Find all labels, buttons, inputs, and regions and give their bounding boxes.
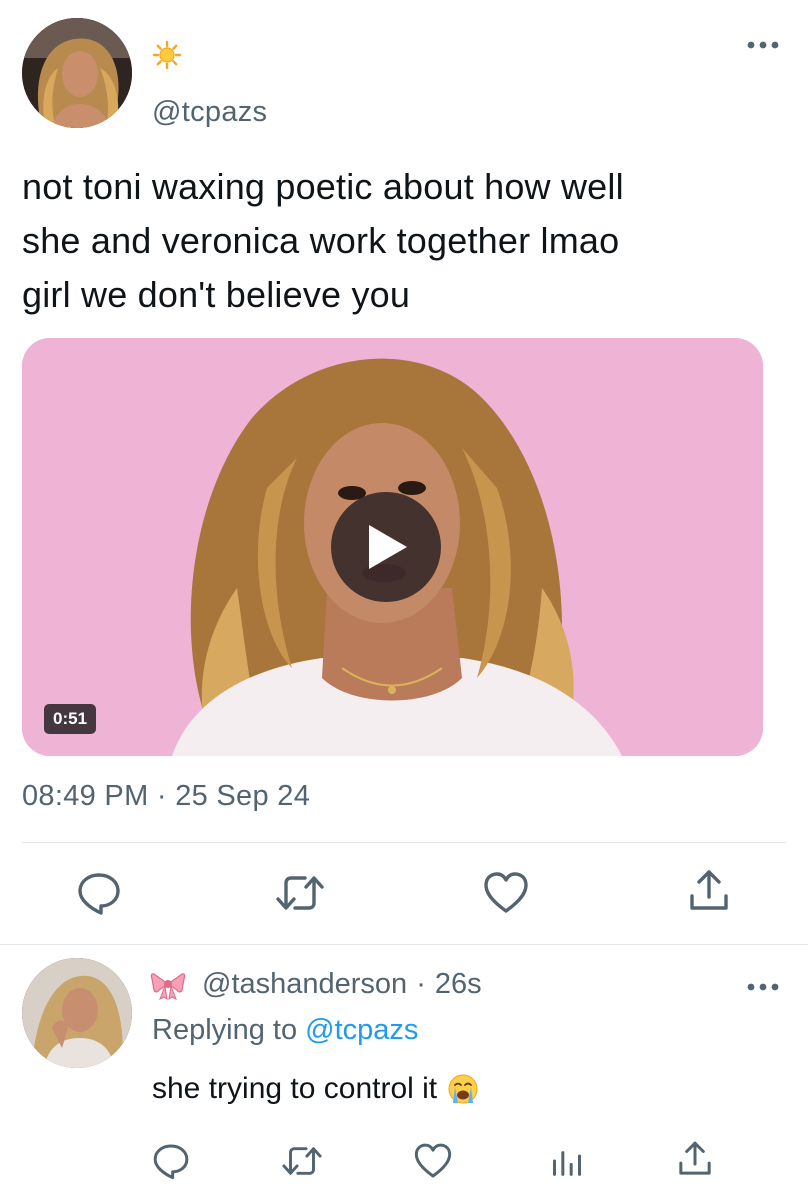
tweet-timestamp[interactable]: 08:49 PM · 25 Sep 24 [22,780,310,813]
loudly-crying-face-emoji [448,1074,478,1104]
meta-separator: · [416,968,426,1000]
tweet-text-line: she and veronica work together lmao [22,220,620,261]
tweet-text-line: not toni waxing poetic about how well [22,166,624,207]
ribbon-emoji [150,972,186,1000]
replying-to-mention[interactable]: @tcpazs [305,1014,418,1046]
more-horizontal-icon[interactable] [746,980,780,994]
tweet-text: not toni waxing poetic about how well sh… [22,160,792,322]
reply-author-handle[interactable]: @tashanderson [202,968,407,1001]
heart-icon[interactable] [481,868,531,918]
divider [22,842,786,843]
reply-icon[interactable] [74,868,124,918]
avatar-photo [22,958,132,1068]
tweet-text-line: girl we don't believe you [22,274,411,315]
share-icon[interactable] [674,1138,716,1180]
video-duration-badge: 0:51 [44,704,97,734]
replying-to-line: Replying to @tcpazs [152,1014,418,1047]
divider [0,944,808,945]
author-handle[interactable]: @tcpazs [152,96,267,129]
reply-text-body: she trying to control it [152,1072,438,1105]
share-icon[interactable] [684,866,734,916]
reply-icon[interactable] [150,1140,192,1182]
retweet-icon[interactable] [272,868,328,918]
reply-text: she trying to control it [152,1072,479,1106]
play-button[interactable] [331,492,441,602]
video-player[interactable]: 0:51 [22,338,763,756]
avatar-photo [22,18,132,128]
heart-icon[interactable] [412,1140,454,1182]
replying-to-label: Replying to [152,1014,298,1046]
reply-time-ago[interactable]: 26s [435,968,482,1001]
reply-author-avatar[interactable] [22,958,132,1068]
more-horizontal-icon[interactable] [746,38,780,52]
retweet-icon[interactable] [278,1140,326,1182]
author-avatar[interactable] [22,18,132,128]
sun-emoji [152,40,182,70]
play-icon [369,525,407,569]
reply-header: @tashanderson · 26s [150,968,482,1001]
views-icon[interactable] [546,1140,588,1182]
